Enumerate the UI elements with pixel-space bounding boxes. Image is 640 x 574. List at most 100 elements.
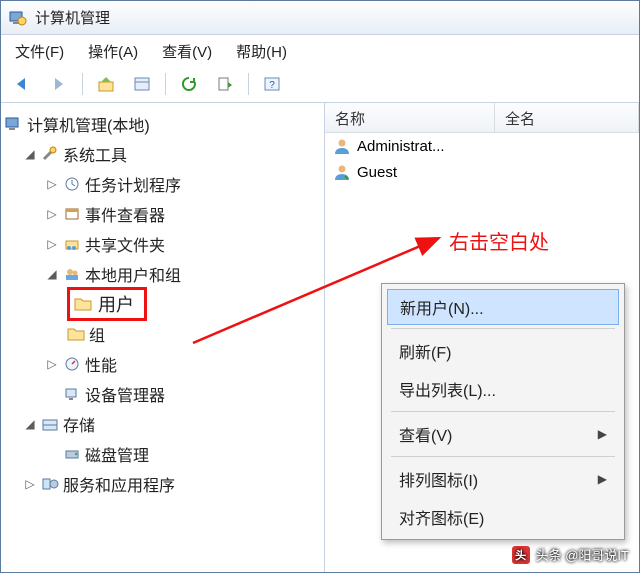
help-button[interactable]: ? — [256, 70, 288, 98]
device-icon — [63, 385, 81, 403]
expand-icon[interactable]: ▷ — [23, 477, 37, 491]
selection-highlight: 用户 — [67, 287, 147, 321]
ctx-separator — [391, 411, 615, 412]
folder-icon — [67, 325, 85, 343]
ctx-separator — [391, 328, 615, 329]
svg-text:?: ? — [269, 80, 275, 91]
collapse-icon[interactable]: ◢ — [45, 267, 59, 281]
toolbar: ? — [1, 68, 639, 103]
tree-shared-folders[interactable]: ▷ 共享文件夹 — [5, 229, 324, 259]
toolbar-separator — [165, 73, 166, 95]
ctx-refresh[interactable]: 刷新(F) — [385, 332, 621, 370]
properties-button[interactable] — [126, 70, 158, 98]
tools-icon — [41, 145, 59, 163]
menu-action[interactable]: 操作(A) — [88, 41, 138, 62]
storage-icon — [41, 415, 59, 433]
forward-button[interactable] — [43, 70, 75, 98]
tree-local-users-groups[interactable]: ◢ 本地用户和组 — [5, 259, 324, 289]
expand-icon[interactable]: ▷ — [45, 177, 59, 191]
tree-label: 性能 — [85, 352, 117, 376]
ctx-label: 刷新(F) — [399, 339, 451, 363]
list-row[interactable]: Guest — [325, 159, 639, 185]
tree-label: 组 — [89, 322, 105, 346]
performance-icon — [63, 355, 81, 373]
tree-users[interactable]: 用户 — [5, 289, 324, 319]
refresh-button[interactable] — [173, 70, 205, 98]
tree-label: 服务和应用程序 — [63, 472, 175, 496]
context-menu: 新用户(N)... 刷新(F) 导出列表(L)... 查看(V) ▶ 排列图标(I… — [381, 283, 625, 540]
ctx-label: 对齐图标(E) — [399, 505, 484, 529]
toolbar-separator — [248, 73, 249, 95]
collapse-icon[interactable]: ◢ — [23, 147, 37, 161]
menu-file[interactable]: 文件(F) — [15, 41, 64, 62]
tree-groups[interactable]: 组 — [5, 319, 324, 349]
services-icon — [41, 475, 59, 493]
ctx-label: 查看(V) — [399, 422, 452, 446]
ctx-separator — [391, 456, 615, 457]
menu-help[interactable]: 帮助(H) — [236, 41, 287, 62]
computer-icon — [5, 115, 23, 133]
tree-label: 系统工具 — [63, 142, 127, 166]
toolbar-separator — [82, 73, 83, 95]
submenu-arrow-icon: ▶ — [598, 472, 607, 486]
window-title: 计算机管理 — [35, 7, 110, 28]
col-fullname[interactable]: 全名 — [495, 103, 639, 132]
tree-device-manager[interactable]: 设备管理器 — [5, 379, 324, 409]
disk-icon — [63, 445, 81, 463]
watermark: 头 头条 @阳哥说IT — [512, 545, 629, 564]
user-name: Administrat... — [357, 138, 445, 155]
tree-disk-management[interactable]: 磁盘管理 — [5, 439, 324, 469]
tree-performance[interactable]: ▷ 性能 — [5, 349, 324, 379]
submenu-arrow-icon: ▶ — [598, 427, 607, 441]
title-bar: 计算机管理 — [1, 1, 639, 35]
expand-icon[interactable]: ▷ — [45, 237, 59, 251]
watermark-logo-icon: 头 — [512, 546, 530, 564]
clock-icon — [63, 175, 81, 193]
tree-pane[interactable]: 计算机管理(本地) ◢ 系统工具 ▷ 任务计划程序 ▷ 事件查看器 ▷ 共享文件… — [1, 103, 325, 572]
tree-label: 设备管理器 — [85, 382, 165, 406]
annotation-hint: 右击空白处 — [449, 226, 549, 255]
ctx-label: 排列图标(I) — [399, 467, 478, 491]
tree-label: 计算机管理(本地) — [27, 112, 150, 136]
tree-task-scheduler[interactable]: ▷ 任务计划程序 — [5, 169, 324, 199]
tree-label: 共享文件夹 — [85, 232, 165, 256]
ctx-view[interactable]: 查看(V) ▶ — [385, 415, 621, 453]
tree-label: 磁盘管理 — [85, 442, 149, 466]
user-name: Guest — [357, 164, 397, 181]
tree-label: 事件查看器 — [85, 202, 165, 226]
export-button[interactable] — [209, 70, 241, 98]
tree-storage[interactable]: ◢ 存储 — [5, 409, 324, 439]
tree-root[interactable]: 计算机管理(本地) — [5, 109, 324, 139]
event-icon — [63, 205, 81, 223]
tree-event-viewer[interactable]: ▷ 事件查看器 — [5, 199, 324, 229]
ctx-arrange-icons[interactable]: 排列图标(I) ▶ — [385, 460, 621, 498]
expand-icon[interactable]: ▷ — [45, 207, 59, 221]
tree-label: 存储 — [63, 412, 95, 436]
ctx-label: 导出列表(L)... — [399, 377, 496, 401]
users-icon — [63, 265, 81, 283]
list-row[interactable]: Administrat... — [325, 133, 639, 159]
user-icon — [333, 137, 351, 155]
app-icon — [9, 9, 27, 27]
tree-label: 本地用户和组 — [85, 262, 181, 286]
menu-bar: 文件(F) 操作(A) 查看(V) 帮助(H) — [1, 35, 639, 68]
list-header: 名称 全名 — [325, 103, 639, 133]
ctx-export-list[interactable]: 导出列表(L)... — [385, 370, 621, 408]
watermark-text: 头条 @阳哥说IT — [536, 545, 629, 564]
menu-view[interactable]: 查看(V) — [162, 41, 212, 62]
folder-icon — [74, 295, 92, 313]
tree-services-apps[interactable]: ▷ 服务和应用程序 — [5, 469, 324, 499]
ctx-new-user[interactable]: 新用户(N)... — [387, 289, 619, 325]
ctx-label: 新用户(N)... — [400, 295, 484, 319]
expand-icon[interactable]: ▷ — [45, 357, 59, 371]
col-name[interactable]: 名称 — [325, 103, 495, 132]
up-button[interactable] — [90, 70, 122, 98]
tree-label: 用户 — [98, 291, 134, 317]
tree-label: 任务计划程序 — [85, 172, 181, 196]
back-button[interactable] — [7, 70, 39, 98]
collapse-icon[interactable]: ◢ — [23, 417, 37, 431]
ctx-align-icons[interactable]: 对齐图标(E) — [385, 498, 621, 536]
shared-folder-icon — [63, 235, 81, 253]
tree-system-tools[interactable]: ◢ 系统工具 — [5, 139, 324, 169]
user-icon — [333, 163, 351, 181]
